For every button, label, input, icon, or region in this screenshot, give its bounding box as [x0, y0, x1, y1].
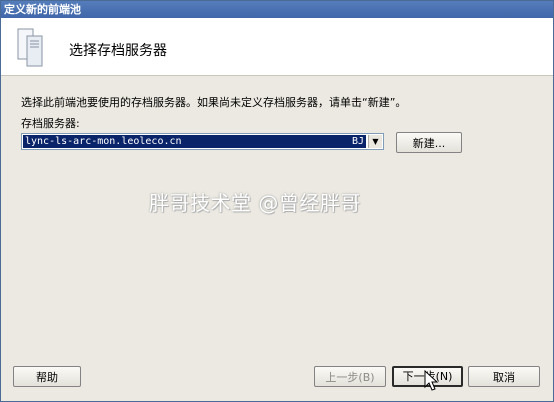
cancel-button[interactable]: 取消 — [468, 366, 540, 387]
title-bar[interactable]: 定义新的前端池 — [1, 1, 553, 18]
archive-server-label: 存档服务器: — [21, 117, 80, 130]
archive-server-value: lync-ls-arc-mon.leoleco.cn — [25, 136, 182, 147]
wizard-header: 选择存档服务器 — [1, 18, 553, 76]
new-button[interactable]: 新建... — [396, 132, 462, 153]
archive-server-selected: lync-ls-arc-mon.leoleco.cn BJ — [23, 135, 366, 148]
dropdown-arrow-icon[interactable]: ▼ — [368, 135, 382, 148]
page-title: 选择存档服务器 — [69, 43, 167, 59]
dialog-window: 定义新的前端池 选择存档服务器 选择此前端池要使用的存档服务器。如果尚未定义存档… — [0, 0, 554, 402]
window-title: 定义新的前端池 — [4, 3, 81, 16]
mouse-cursor-icon — [424, 370, 439, 391]
archive-server-dropdown[interactable]: lync-ls-arc-mon.leoleco.cn BJ ▼ — [21, 133, 384, 150]
watermark-text: 胖哥技术堂 @曾经胖哥 — [149, 191, 361, 215]
archive-server-site: BJ — [351, 136, 364, 147]
server-icon — [17, 28, 43, 67]
help-button[interactable]: 帮助 — [13, 366, 81, 387]
description-text: 选择此前端池要使用的存档服务器。如果尚未定义存档服务器，请单击“新建”。 — [21, 96, 407, 109]
back-button[interactable]: 上一步(B) — [314, 366, 386, 387]
